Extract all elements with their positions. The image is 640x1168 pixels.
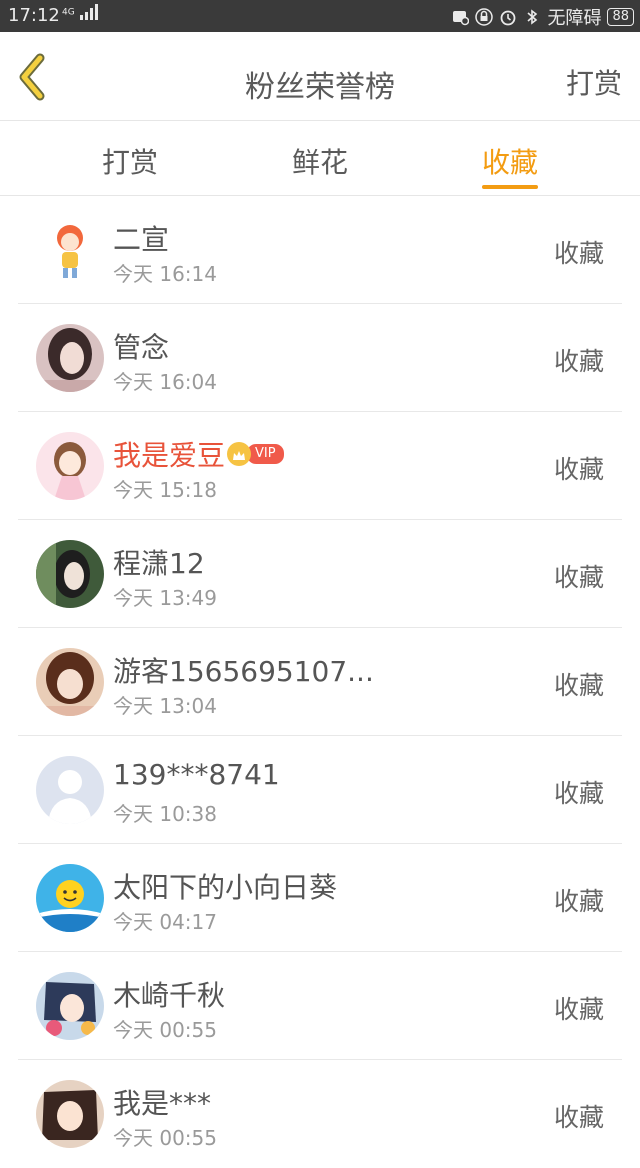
avatar[interactable]	[36, 324, 104, 392]
action-label: 收藏	[553, 995, 604, 1024]
favorite-time: 今天 00:55	[113, 1126, 217, 1150]
action-label: 收藏	[553, 455, 604, 484]
avatar[interactable]	[36, 756, 104, 824]
favorite-time: 今天 16:04	[113, 370, 217, 394]
favorite-time: 今天 04:17	[113, 910, 217, 934]
status-time: 17:12	[8, 5, 60, 26]
tab-flowers[interactable]: 鲜花	[260, 141, 380, 181]
vip-badge: VIP	[227, 442, 284, 466]
user-name: 我是爱豆 VIP	[113, 434, 284, 474]
list-item[interactable]: 管念 今天 16:04 收藏	[0, 304, 640, 412]
page-title: 粉丝荣誉榜	[245, 70, 395, 105]
tab-favorites[interactable]: 收藏	[450, 141, 570, 181]
signal-icon	[79, 4, 98, 20]
battery-icon: 88	[607, 8, 634, 26]
avatar[interactable]	[36, 648, 104, 716]
user-name: 我是***	[113, 1087, 212, 1120]
crown-icon	[227, 442, 252, 466]
action-label: 收藏	[553, 779, 604, 808]
avatar[interactable]	[36, 216, 104, 284]
alarm-icon	[501, 10, 516, 26]
nav-bar: 粉丝荣誉榜 打赏	[0, 32, 640, 121]
action-label: 收藏	[553, 671, 604, 700]
user-name: 木崎千秋	[113, 979, 226, 1012]
list-item[interactable]: 139***8741 今天 10:38 收藏	[0, 736, 640, 844]
bluetooth-icon	[527, 9, 538, 25]
tab-bar: 打赏 鲜花 收藏	[0, 121, 640, 196]
notification-icon	[453, 11, 470, 26]
list-item[interactable]: 二宣 今天 16:14 收藏	[0, 196, 640, 304]
tab-reward[interactable]: 打赏	[70, 141, 190, 181]
status-right: 无障碍 88	[451, 4, 634, 30]
accessibility-label: 无障碍	[547, 8, 602, 29]
action-label: 收藏	[553, 563, 604, 592]
avatar[interactable]	[36, 972, 104, 1040]
user-name: 游客1565695107...	[113, 655, 374, 688]
user-name: 程潇12	[113, 547, 205, 580]
list-item[interactable]: 程潇12 今天 13:49 收藏	[0, 520, 640, 628]
favorite-time: 今天 16:14	[113, 262, 217, 286]
favorite-time: 今天 13:49	[113, 586, 217, 610]
avatar[interactable]	[36, 432, 104, 500]
avatar[interactable]	[36, 864, 104, 932]
network-indicator: 4G	[62, 4, 100, 20]
list-item[interactable]: 我是*** 今天 00:55 收藏	[0, 1060, 640, 1168]
action-label: 收藏	[553, 1103, 604, 1132]
favorite-time: 今天 15:18	[113, 478, 217, 502]
user-name: 太阳下的小向日葵	[113, 871, 338, 904]
list-item[interactable]: 太阳下的小向日葵 今天 04:17 收藏	[0, 844, 640, 952]
user-name: 139***8741	[113, 758, 280, 791]
action-label: 收藏	[553, 347, 604, 376]
status-bar: 17:12 4G 无障碍 88	[0, 0, 640, 32]
active-tab-indicator	[482, 185, 538, 189]
fan-list: 二宣 今天 16:14 收藏 管念 今天 16:04 收藏 我是爱豆 VIP 今天…	[0, 196, 640, 1168]
reward-button[interactable]: 打赏	[566, 62, 622, 102]
user-name: 管念	[113, 331, 170, 364]
favorite-time: 今天 13:04	[113, 694, 217, 718]
avatar[interactable]	[36, 540, 104, 608]
action-label: 收藏	[553, 239, 604, 268]
list-item[interactable]: 我是爱豆 VIP 今天 15:18 收藏	[0, 412, 640, 520]
user-name-text: 我是爱豆	[113, 439, 226, 472]
favorite-time: 今天 00:55	[113, 1018, 217, 1042]
list-item[interactable]: 木崎千秋 今天 00:55 收藏	[0, 952, 640, 1060]
list-item[interactable]: 游客1565695107... 今天 13:04 收藏	[0, 628, 640, 736]
user-name: 二宣	[113, 223, 170, 256]
lock-icon	[475, 8, 494, 26]
vip-label: VIP	[247, 444, 284, 464]
action-label: 收藏	[553, 887, 604, 916]
network-type: 4G	[62, 7, 75, 18]
favorite-time: 今天 10:38	[113, 802, 217, 826]
